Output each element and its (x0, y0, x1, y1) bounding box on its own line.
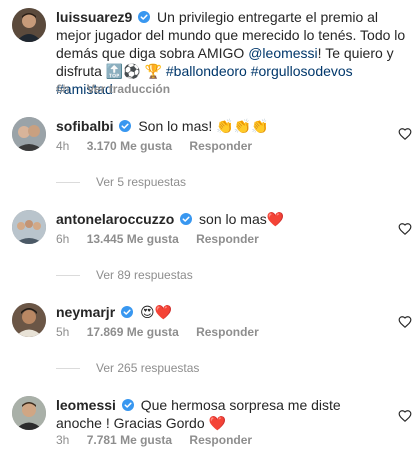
avatar-image (12, 210, 46, 244)
comment-meta: 5h 17.869 Me gusta Responder (56, 325, 273, 339)
red-heart-emoji: ❤️ (154, 304, 172, 320)
reply-button[interactable]: Responder (189, 139, 252, 153)
view-replies-label: Ver 265 respuestas (96, 361, 200, 375)
avatar-image (12, 396, 46, 430)
reply-button[interactable]: Responder (196, 325, 259, 339)
caption-mention[interactable]: @leomessi (248, 45, 317, 61)
view-replies-button[interactable]: Ver 89 respuestas (56, 268, 193, 282)
red-heart-emoji: ❤️ (266, 211, 285, 227)
avatar-image (12, 8, 46, 42)
like-heart-icon[interactable] (398, 222, 412, 236)
avatar-neymarjr[interactable] (12, 303, 46, 337)
comment-text: 😍 (139, 304, 155, 320)
comment-meta: 4h 3.170 Me gusta Responder (56, 139, 266, 153)
avatar-image (12, 117, 46, 151)
replies-divider (56, 368, 80, 370)
comment-likes[interactable]: 17.869 Me gusta (87, 325, 179, 339)
see-translation-link[interactable]: Ver traducción (87, 82, 170, 96)
like-heart-icon[interactable] (398, 409, 412, 423)
verified-badge-icon (180, 213, 193, 225)
verified-badge-icon (138, 11, 151, 23)
view-replies-label: Ver 89 respuestas (96, 268, 193, 282)
avatar-antonelaroccuzzo[interactable] (12, 210, 46, 244)
avatar-sofibalbi[interactable] (12, 117, 46, 151)
comment-username[interactable]: sofibalbi (56, 118, 114, 134)
reply-button[interactable]: Responder (196, 232, 259, 246)
comment-meta: 6h 13.445 Me gusta Responder (56, 232, 273, 246)
avatar-luissuarez9[interactable] (12, 8, 46, 42)
view-replies-button[interactable]: Ver 265 respuestas (56, 361, 199, 375)
comment-likes[interactable]: 7.781 Me gusta (87, 433, 172, 447)
comment-username[interactable]: neymarjr (56, 304, 115, 320)
comment-time: 5h (56, 325, 70, 339)
avatar-image (12, 303, 46, 337)
verified-badge-icon (121, 306, 134, 318)
comment-meta: 3h 7.781 Me gusta Responder (56, 433, 266, 447)
comment-text: son lo mas (199, 211, 267, 227)
verified-badge-icon (121, 399, 134, 411)
verified-badge-icon (119, 120, 132, 132)
comment-username[interactable]: antonelaroccuzzo (56, 211, 174, 227)
replies-divider (56, 182, 80, 184)
replies-divider (56, 275, 80, 277)
reply-button[interactable]: Responder (189, 433, 252, 447)
view-replies-label: Ver 5 respuestas (96, 175, 187, 189)
comment-likes[interactable]: 13.445 Me gusta (87, 232, 179, 246)
caption-meta: 6h Ver traducción (56, 82, 184, 96)
comment-likes[interactable]: 3.170 Me gusta (87, 139, 172, 153)
comment-username[interactable]: leomessi (56, 397, 116, 413)
comment-time: 4h (56, 139, 70, 153)
caption-username[interactable]: luissuarez9 (56, 9, 132, 25)
comment-text: Son lo mas! 👏👏👏 (138, 118, 269, 134)
comment-time: 3h (56, 433, 70, 447)
like-heart-icon[interactable] (398, 315, 412, 329)
red-heart-emoji: ❤️ (208, 415, 226, 431)
view-replies-button[interactable]: Ver 5 respuestas (56, 175, 186, 189)
comment-time: 6h (56, 232, 70, 246)
like-heart-icon[interactable] (398, 127, 412, 141)
avatar-leomessi[interactable] (12, 396, 46, 430)
caption-time: 6h (56, 82, 70, 96)
